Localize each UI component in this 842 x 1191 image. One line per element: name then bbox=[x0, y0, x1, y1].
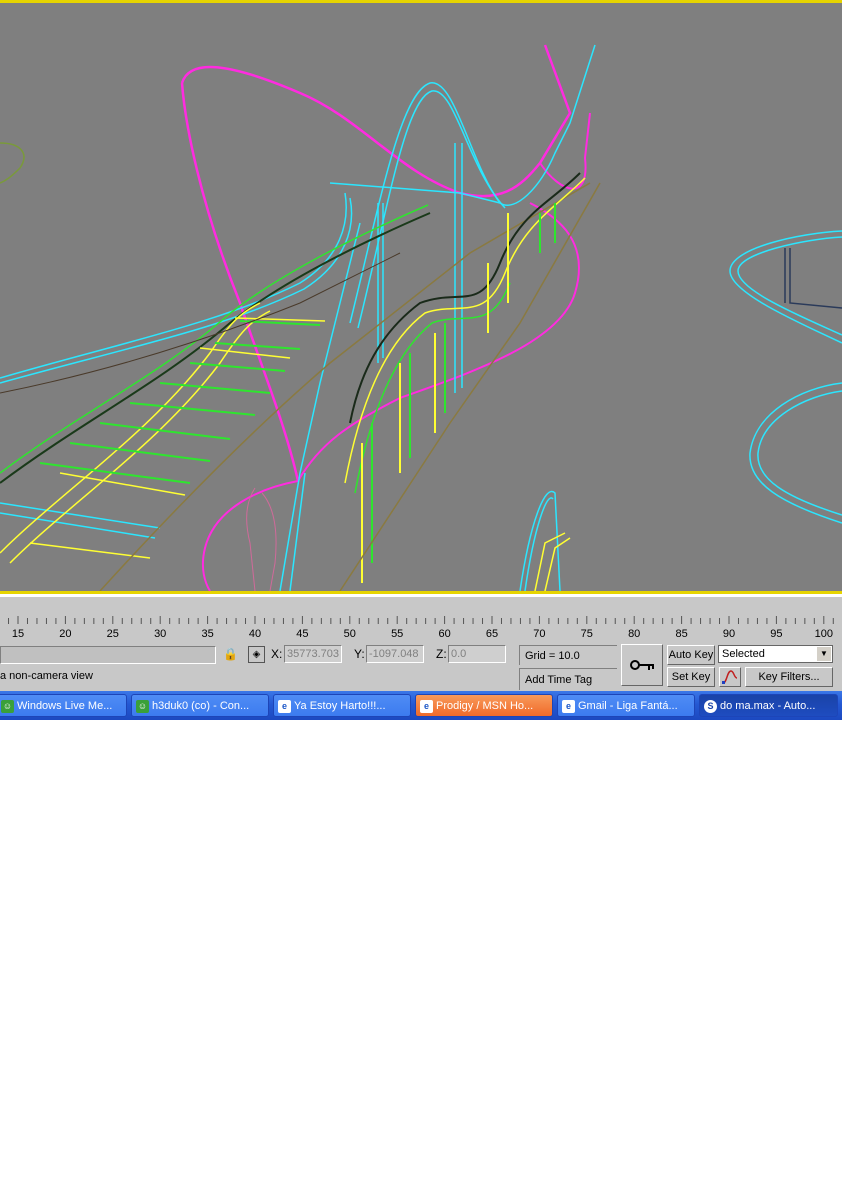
timeline-tick-label: 35 bbox=[201, 628, 213, 640]
taskbar-item-windows-live-messenger[interactable]: ☺ Windows Live Me... bbox=[0, 694, 127, 717]
timeline-tick-label: 20 bbox=[59, 628, 71, 640]
timeline-tick-label: 65 bbox=[486, 628, 498, 640]
y-coordinate-field[interactable]: -1097.048 bbox=[366, 645, 424, 663]
auto-key-button[interactable]: Auto Key bbox=[667, 645, 715, 665]
maxscript-listener[interactable] bbox=[0, 646, 216, 664]
timeline-tick-label: 30 bbox=[154, 628, 166, 640]
absolute-mode-icon[interactable]: ◈ bbox=[248, 646, 265, 663]
taskbar-item-prodigy-msn[interactable]: e Prodigy / MSN Ho... bbox=[415, 694, 553, 717]
windows-taskbar: ☺ Windows Live Me... ☺ h3duk0 (co) - Con… bbox=[0, 691, 842, 720]
timeline-tick-label: 90 bbox=[723, 628, 735, 640]
default-tangent-button[interactable] bbox=[719, 667, 741, 687]
timeline-tick-label: 60 bbox=[438, 628, 450, 640]
timeline-tick-label: 25 bbox=[107, 628, 119, 640]
x-coordinate-field[interactable]: 35773.703 bbox=[284, 645, 342, 663]
timeline-ticks: 15 20 25 30 35 40 45 50 55 60 65 70 75 80 85 90 95 100 bbox=[8, 616, 834, 640]
prompt-line: a non-camera view bbox=[0, 670, 93, 682]
3ds-max-icon: S bbox=[704, 700, 717, 713]
z-label: Z: bbox=[436, 647, 447, 661]
taskbar-item-ya-estoy-harto[interactable]: e Ya Estoy Harto!!!... bbox=[273, 694, 411, 717]
timeline-tick-label: 15 bbox=[12, 628, 24, 640]
taskbar-item-conversation[interactable]: ☺ h3duk0 (co) - Con... bbox=[131, 694, 269, 717]
internet-explorer-icon: e bbox=[420, 700, 433, 713]
set-key-mode-button[interactable]: Set Key bbox=[667, 667, 715, 687]
key-mode-selection-dropdown[interactable]: Selected ▼ bbox=[718, 645, 833, 663]
selected-option-label: Selected bbox=[722, 648, 765, 660]
time-slider-ruler[interactable]: 15 20 25 30 35 40 45 50 55 60 65 70 75 80 85 90 95 100 bbox=[0, 597, 842, 643]
timeline-tick-label: 40 bbox=[249, 628, 261, 640]
timeline-tick-label: 75 bbox=[581, 628, 593, 640]
timeline-tick-label: 80 bbox=[628, 628, 640, 640]
key-icon bbox=[630, 660, 654, 670]
timeline-tick-label: 85 bbox=[675, 628, 687, 640]
timeline-tick-label: 95 bbox=[770, 628, 782, 640]
messenger-icon: ☺ bbox=[136, 700, 149, 713]
status-bar: a non-camera view 🔒 ◈ X: 35773.703 Y: -1… bbox=[0, 643, 842, 691]
timeline-tick-label: 70 bbox=[533, 628, 545, 640]
z-coordinate-field[interactable]: 0.0 bbox=[448, 645, 506, 663]
messenger-icon: ☺ bbox=[1, 700, 14, 713]
set-key-button[interactable] bbox=[621, 644, 663, 686]
internet-explorer-icon: e bbox=[278, 700, 291, 713]
grid-size-display: Grid = 10.0 bbox=[519, 645, 617, 665]
timeline-tick-label: 50 bbox=[344, 628, 356, 640]
x-label: X: bbox=[271, 647, 283, 661]
internet-explorer-icon: e bbox=[562, 700, 575, 713]
timeline-tick-label: 100 bbox=[815, 628, 833, 640]
chevron-down-icon: ▼ bbox=[817, 647, 831, 661]
timeline-tick-label: 45 bbox=[296, 628, 308, 640]
y-label: Y: bbox=[354, 647, 365, 661]
timeline-tick-label: 55 bbox=[391, 628, 403, 640]
taskbar-item-gmail[interactable]: e Gmail - Liga Fantá... bbox=[557, 694, 695, 717]
lock-icon[interactable]: 🔒 bbox=[222, 646, 239, 663]
tangent-curve-icon bbox=[722, 670, 738, 684]
wireframe-scene bbox=[0, 44, 842, 591]
3d-viewport[interactable] bbox=[0, 0, 842, 594]
add-time-tag-button[interactable]: Add Time Tag bbox=[519, 668, 617, 690]
key-filters-button[interactable]: Key Filters... bbox=[745, 667, 833, 687]
taskbar-item-3ds-max[interactable]: S do ma.max - Auto... bbox=[699, 694, 838, 717]
